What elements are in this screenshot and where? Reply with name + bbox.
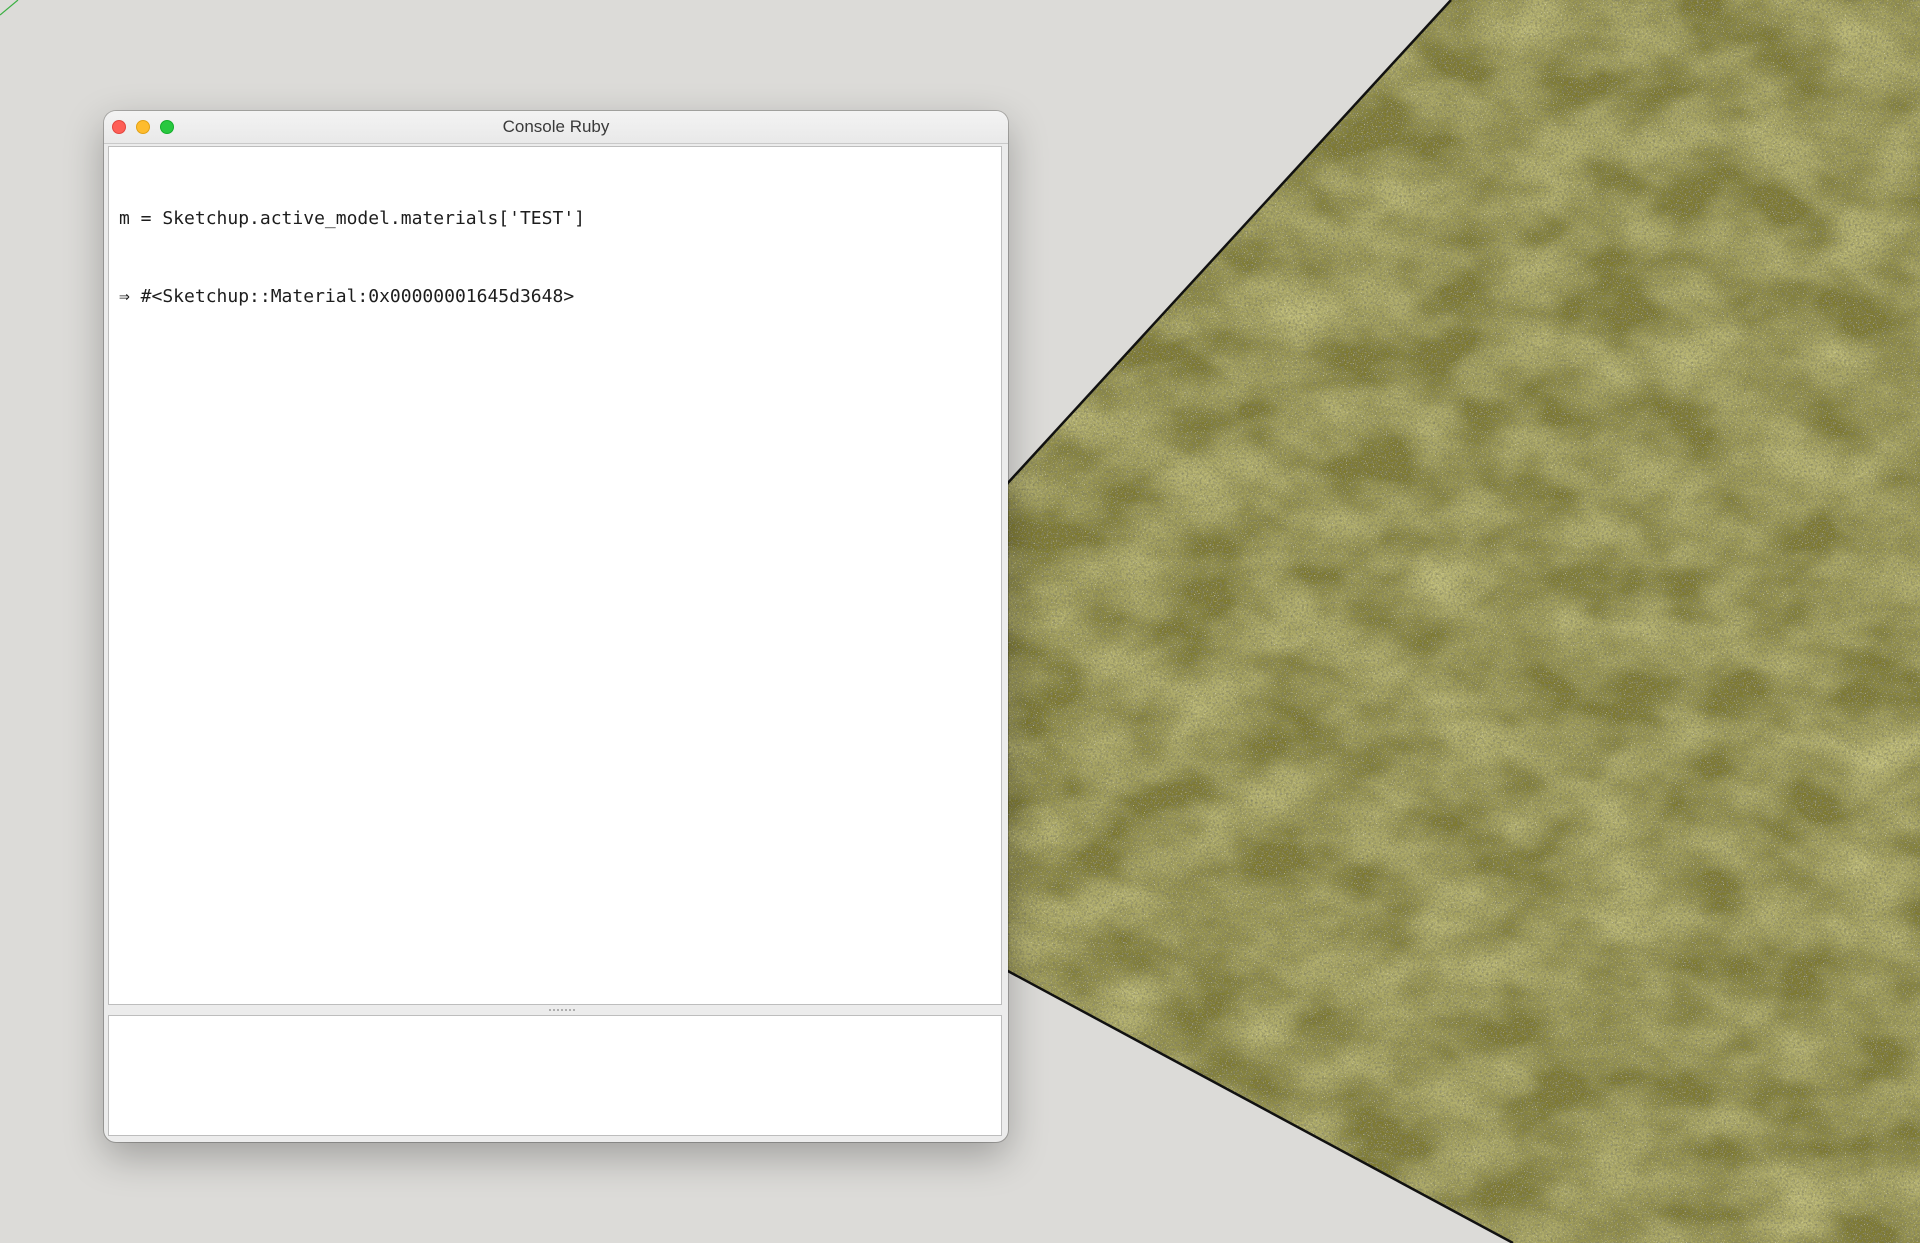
zoom-button[interactable] [160, 120, 174, 134]
console-output-line: m = Sketchup.active_model.materials['TES… [119, 208, 585, 229]
console-input-field[interactable] [108, 1015, 1002, 1136]
textured-face[interactable] [1000, 0, 1920, 1243]
console-output: m = Sketchup.active_model.materials['TES… [119, 154, 585, 362]
close-button[interactable] [112, 120, 126, 134]
splitter-grip-icon [548, 1009, 576, 1011]
green-axis-line [0, 0, 19, 16]
grass-texture [1006, 0, 1920, 1243]
console-result-line: ⇒ #<Sketchup::Material:0x00000001645d364… [119, 286, 575, 307]
ruby-console-window[interactable]: Console Ruby m = Sketchup.active_model.m… [104, 111, 1008, 1142]
title-bar[interactable]: Console Ruby [104, 111, 1008, 144]
console-output-pane[interactable]: m = Sketchup.active_model.materials['TES… [108, 146, 1002, 1005]
minimize-button[interactable] [136, 120, 150, 134]
model-viewport[interactable]: Console Ruby m = Sketchup.active_model.m… [0, 0, 1920, 1243]
window-title: Console Ruby [502, 117, 610, 136]
pane-splitter[interactable] [108, 1005, 1002, 1015]
